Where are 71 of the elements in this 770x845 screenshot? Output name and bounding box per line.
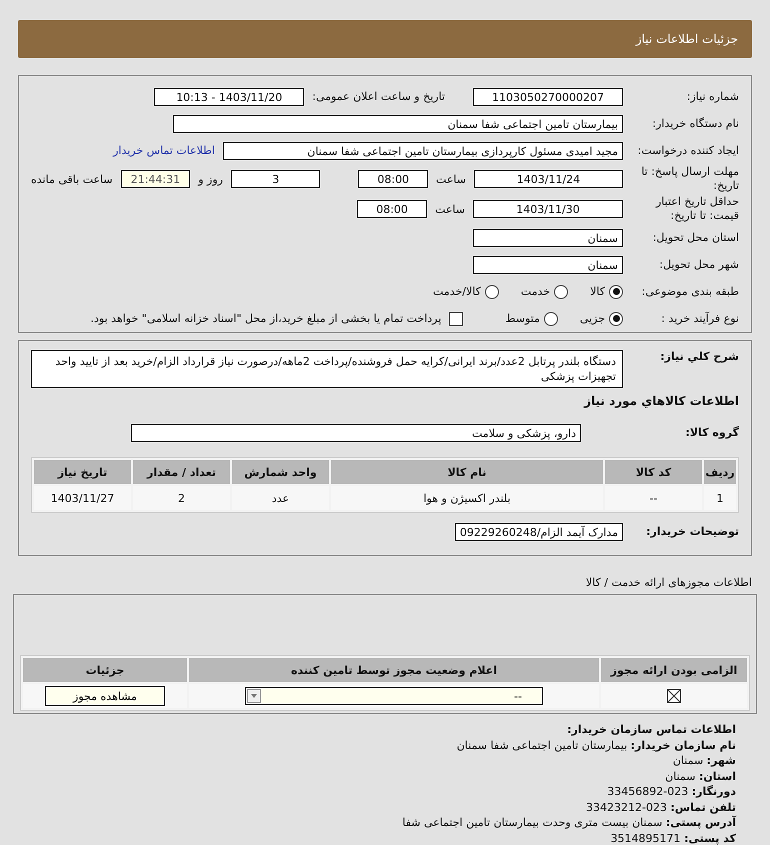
time-label: ساعت xyxy=(436,172,466,186)
caret-icon xyxy=(247,689,261,703)
category-radio-option[interactable]: کالا xyxy=(590,284,623,298)
column-header: ردیف xyxy=(704,460,736,484)
field-label: نوع فرآیند خرید : xyxy=(660,312,739,326)
section-title: اطلاعات مجوزهای ارائه خدمت / کالا xyxy=(584,576,752,589)
field-label: نام دستگاه خریدار: xyxy=(651,116,739,130)
field-label: تاریخ و ساعت اعلان عمومی: xyxy=(312,90,445,103)
reply-time-field: 08:00 xyxy=(358,170,428,188)
city-field: سمنان xyxy=(473,256,623,274)
field-label: شهر محل تحویل: xyxy=(658,258,739,272)
view-license-button[interactable]: مشاهده مجوز xyxy=(45,686,165,706)
description-field: دستگاه بلندر پرتابل 2عدد/برند ایرانی/کرایه حمل فروشنده/پرداخت 2ماهه/درصورت نیاز قرارداد الزام/خرید بعد از تایید واحد تجهیزات پزشکی xyxy=(31,350,623,388)
radio-button[interactable] xyxy=(609,312,623,326)
field-label: طبقه بندی موضوعی: xyxy=(640,284,739,298)
radio-button[interactable] xyxy=(554,284,568,298)
remaining-label: ساعت باقی مانده xyxy=(31,172,113,186)
time-label: ساعت xyxy=(435,202,465,216)
need-number-field: 1103050270000207 xyxy=(473,88,623,106)
buyer-org-field: بیمارستان تامین اجتماعی شفا سمنان xyxy=(173,114,623,132)
days-field: 3 xyxy=(230,170,320,188)
validity-date-field: 1403/11/30 xyxy=(473,200,623,218)
category-radio-option[interactable]: کالا/خدمت xyxy=(433,284,499,298)
column-header: تاریخ نیاز xyxy=(34,460,131,484)
table-cell: عدد xyxy=(232,486,329,510)
days-label: روز و xyxy=(198,172,223,186)
status-dropdown[interactable]: -- xyxy=(245,687,543,705)
radio-button[interactable] xyxy=(484,284,499,298)
province-field: سمنان xyxy=(473,228,623,246)
remaining-time-field: 21:44:31 xyxy=(120,170,190,188)
field-label: شرح كلي نياز: xyxy=(659,350,739,364)
column-header: جزئیات xyxy=(23,658,187,682)
field-label: مهلت ارسال پاسخ: تا تاریخ: xyxy=(640,165,739,193)
checkbox[interactable] xyxy=(449,312,464,326)
field-label: ایجاد کننده درخواست: xyxy=(636,144,739,158)
column-header: نام کالا xyxy=(331,460,603,484)
goods-group-field: دارو، پزشکی و سلامت xyxy=(131,424,581,442)
category-radio-option[interactable]: خدمت xyxy=(520,284,568,298)
table-cell: 1403/11/27 xyxy=(34,486,131,510)
column-header: الزامی بودن ارائه مجوز xyxy=(601,658,747,682)
field-label: حداقل تاریخ اعتبار قیمت: تا تاریخ: xyxy=(654,195,739,223)
contact-line: آدرس پستی: سمنان بیست متری وحدت بیمارستان تامین اجتماعی شفا xyxy=(402,815,736,830)
field-label: استان محل تحویل: xyxy=(652,230,739,244)
column-header: واحد شمارش xyxy=(232,460,329,484)
payment-checkbox-label: پرداخت تمام یا بخشی از مبلغ خرید،از محل "اسناد خزانه اسلامی" خواهد بود. xyxy=(90,312,442,325)
column-header: تعداد / مقدار xyxy=(133,460,230,484)
contact-line: نام سازمان خریدار: بیمارستان تامین اجتماعی شفا سمنان xyxy=(456,738,736,753)
contact-line: شهر: سمنان xyxy=(672,753,736,768)
radio-button[interactable] xyxy=(544,312,558,326)
table-cell: بلندر اکسیژن و هوا xyxy=(331,486,603,510)
column-header: اعلام وضعیت مجوز توسط تامین کننده xyxy=(189,658,599,682)
table-cell: 2 xyxy=(133,486,230,510)
radio-button[interactable] xyxy=(609,284,623,298)
section-title: اطلاعات كالاهاي مورد نياز xyxy=(582,394,739,408)
column-header: کد کالا xyxy=(605,460,702,484)
announce-date-field: 1403/11/20 - 10:13 xyxy=(154,88,304,106)
field-label: شماره نیاز: xyxy=(686,90,739,104)
contact-title: اطلاعات تماس سازمان خریدار: xyxy=(567,722,736,738)
table-cell: -- xyxy=(605,486,702,510)
page-title: جزئیات اطلاعات نیاز xyxy=(636,32,738,46)
table-cell: 1 xyxy=(704,486,736,510)
buyer-notes-field: مدارک آیمد الزام/09229260248 xyxy=(454,522,623,540)
contact-line: استان: سمنان xyxy=(665,768,736,784)
process-radio-option[interactable]: جزیی xyxy=(580,312,623,326)
validity-time-field: 08:00 xyxy=(357,200,428,218)
reply-date-field: 1403/11/24 xyxy=(474,170,623,188)
process-radio-option[interactable]: متوسط xyxy=(505,312,558,326)
field-label: گروه کالا: xyxy=(684,426,739,440)
buyer-contact-link[interactable]: اطلاعات تماس خریدار xyxy=(113,144,215,157)
field-label: توضیحات خریدار: xyxy=(645,524,739,538)
requester-field: مجید امیدی مسئول کارپردازی بیمارستان تامین اجتماعی شفا سمنان xyxy=(223,142,623,160)
